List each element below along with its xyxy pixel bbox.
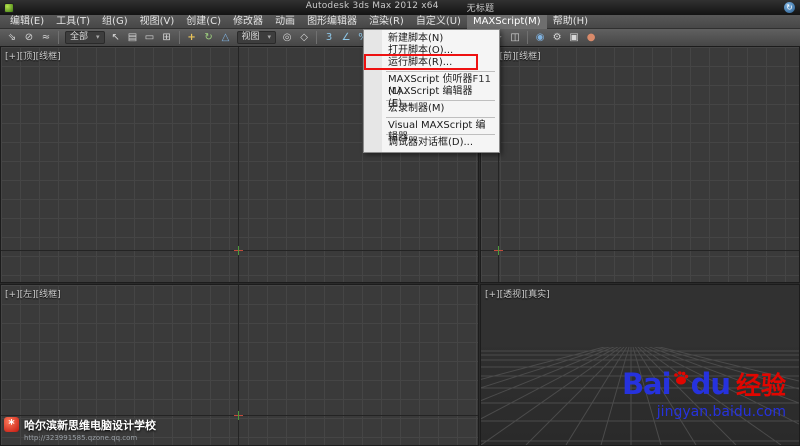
viewport-perspective[interactable]: [+][透视][真实] — [480, 284, 800, 446]
menu-item-edit[interactable]: 编辑(E) — [4, 15, 50, 29]
bind-spacewarp-icon[interactable]: ≈ — [38, 30, 54, 45]
menu-item-maxscript-listener[interactable]: MAXScript 侦听器(L)... F11 — [364, 74, 499, 97]
menu-item-new-script[interactable]: 新建脚本(N) — [364, 33, 499, 45]
rendered-frame-icon[interactable]: ▣ — [566, 30, 582, 45]
menu-item-group[interactable]: 组(G) — [96, 15, 134, 29]
select-move-icon[interactable]: + — [184, 30, 200, 45]
perspective-grid — [481, 285, 799, 445]
reference-coordinate-dropdown[interactable]: 视图 ▾ — [236, 31, 277, 44]
select-scale-icon[interactable]: △ — [218, 30, 234, 45]
menu-item-macro-recorder[interactable]: 宏录制器(M) — [364, 103, 499, 115]
window-crossing-icon[interactable]: ⊞ — [159, 30, 175, 45]
select-object-icon[interactable]: ↖ — [108, 30, 124, 45]
viewport-label-top[interactable]: [+][顶][线框] — [5, 49, 61, 62]
menu-item-maxscript[interactable]: MAXScript(M) — [466, 14, 547, 29]
menu-separator — [386, 71, 495, 72]
use-pivot-center-icon[interactable]: ◎ — [279, 30, 295, 45]
3dsmax-window: Autodesk 3ds Max 2012 x64 无标题 ↻ 编辑(E) 工具… — [0, 0, 800, 446]
watermark-url: http://323991585.qzone.qq.com — [24, 434, 138, 442]
unlink-selection-icon[interactable]: ⊘ — [21, 30, 37, 45]
menu-item-animation[interactable]: 动画 — [269, 15, 301, 29]
annotation-red-box — [364, 54, 478, 70]
menu-item-views[interactable]: 视图(V) — [134, 15, 181, 29]
chevron-down-icon: ▾ — [267, 33, 272, 41]
watermark: * 哈尔滨新思维电脑设计学校 http://323991585.qzone.qq… — [4, 417, 156, 442]
app-title: Autodesk 3ds Max 2012 x64 — [305, 1, 439, 11]
selection-region-icon[interactable]: ▭ — [142, 30, 158, 45]
selection-filter-value: 全部 — [70, 32, 89, 42]
watermark-school-name: 哈尔滨新思维电脑设计学校 — [24, 419, 156, 432]
select-manipulate-icon[interactable]: ◇ — [296, 30, 312, 45]
menu-item-help[interactable]: 帮助(H) — [547, 15, 594, 29]
select-rotate-icon[interactable]: ↻ — [201, 30, 217, 45]
viewport-front[interactable]: [+][前][线框] — [480, 46, 800, 283]
render-icon[interactable]: ● — [583, 30, 599, 45]
menu-item-rendering[interactable]: 渲染(R) — [363, 15, 410, 29]
world-axis-y — [238, 285, 239, 445]
origin-axis-icon — [494, 246, 503, 255]
render-setup-icon[interactable]: ⚙ — [549, 30, 565, 45]
origin-axis-icon — [234, 411, 243, 420]
reference-coordinate-value: 视图 — [241, 32, 260, 42]
angle-snap-icon[interactable]: ∠ — [338, 30, 354, 45]
menu-item-create[interactable]: 创建(C) — [180, 15, 227, 29]
viewport-label-perspective[interactable]: [+][透视][真实] — [485, 287, 550, 300]
origin-axis-icon — [234, 246, 243, 255]
watermark-logo: * — [4, 417, 19, 432]
select-by-name-icon[interactable]: ▤ — [125, 30, 141, 45]
baidu-brand-cn: 经验 — [735, 371, 786, 400]
viewport-label-left[interactable]: [+][左][线框] — [5, 287, 61, 300]
communication-center-icon[interactable]: ↻ — [784, 2, 795, 13]
snap-3d-icon[interactable]: 3 — [321, 30, 337, 45]
menu-separator — [386, 117, 495, 118]
chevron-down-icon: ▾ — [96, 33, 100, 41]
menu-item-modifiers[interactable]: 修改器 — [227, 15, 269, 29]
baidu-site-url: jingyan.baidu.com — [656, 404, 786, 420]
menu-item-maxscript-editor[interactable]: MAXScript 编辑器(E)... — [364, 86, 499, 109]
menu-item-customize[interactable]: 自定义(U) — [410, 15, 467, 29]
menu-bar: 编辑(E) 工具(T) 组(G) 视图(V) 创建(C) 修改器 动画 图形编辑… — [0, 14, 800, 29]
title-bar: Autodesk 3ds Max 2012 x64 无标题 ↻ — [0, 0, 800, 15]
menu-item-graph-editors[interactable]: 图形编辑器 — [301, 15, 363, 29]
viewport-grid — [481, 47, 799, 282]
baidu-paw-icon — [673, 371, 688, 385]
material-editor-icon[interactable]: ◉ — [532, 30, 548, 45]
select-and-link-icon[interactable]: ⇘ — [4, 30, 20, 45]
toolbar-separator — [316, 31, 318, 44]
baidu-jingyan-watermark: Bai du 经验 jingyan.baidu.com — [622, 366, 786, 420]
schematic-view-icon[interactable]: ◫ — [507, 30, 523, 45]
baidu-wordmark-prefix: Bai — [621, 367, 672, 401]
world-axis-x — [481, 250, 799, 251]
toolbar-separator — [178, 31, 180, 44]
toolbar-separator — [58, 31, 59, 44]
selection-filter-dropdown[interactable]: 全部 ▾ — [65, 31, 105, 44]
window-title: Autodesk 3ds Max 2012 x64 无标题 — [0, 1, 800, 14]
menu-item-tools[interactable]: 工具(T) — [50, 15, 96, 29]
menu-item-debugger-dialog[interactable]: 调试器对话框(D)... — [364, 137, 499, 149]
baidu-wordmark-suffix: du — [690, 367, 731, 401]
maxscript-menu: 新建脚本(N) 打开脚本(O)... 运行脚本(R)... MAXScript … — [363, 29, 500, 153]
toolbar-separator — [527, 31, 529, 44]
menu-item-visual-maxscript-editor[interactable]: Visual MAXScript 编辑器... — [364, 120, 499, 143]
document-title: 无标题 — [466, 4, 495, 14]
